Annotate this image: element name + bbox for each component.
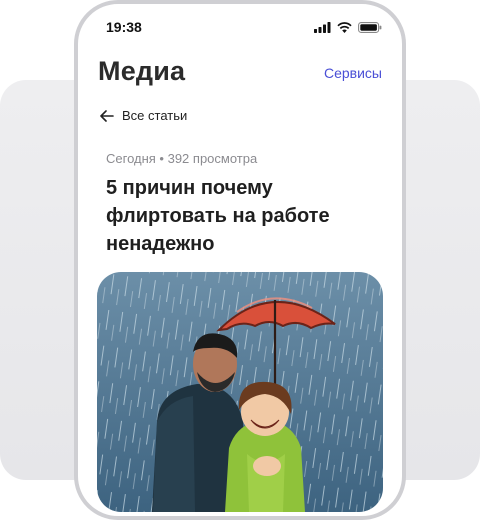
back-to-articles-button[interactable]: Все статьи	[100, 108, 187, 123]
status-time: 19:38	[106, 19, 142, 35]
article-meta: Сегодня • 392 просмотра	[106, 151, 258, 166]
back-label: Все статьи	[122, 108, 188, 123]
status-bar: 19:38	[78, 4, 402, 44]
signal-icon	[314, 22, 331, 33]
status-icons	[314, 22, 382, 33]
phone-frame: 19:38 Медиа Сервисы Все статьи Сегодня •…	[74, 0, 406, 520]
article-title[interactable]: 5 причин почему флиртовать на работе нен…	[106, 174, 376, 258]
arrow-left-icon	[100, 109, 114, 122]
battery-icon	[358, 22, 382, 33]
rain-couple-image	[97, 272, 383, 512]
services-link[interactable]: Сервисы	[324, 65, 382, 81]
article-illustration[interactable]	[97, 272, 383, 512]
wifi-icon	[337, 22, 352, 33]
page-title: Медиа	[98, 56, 186, 86]
